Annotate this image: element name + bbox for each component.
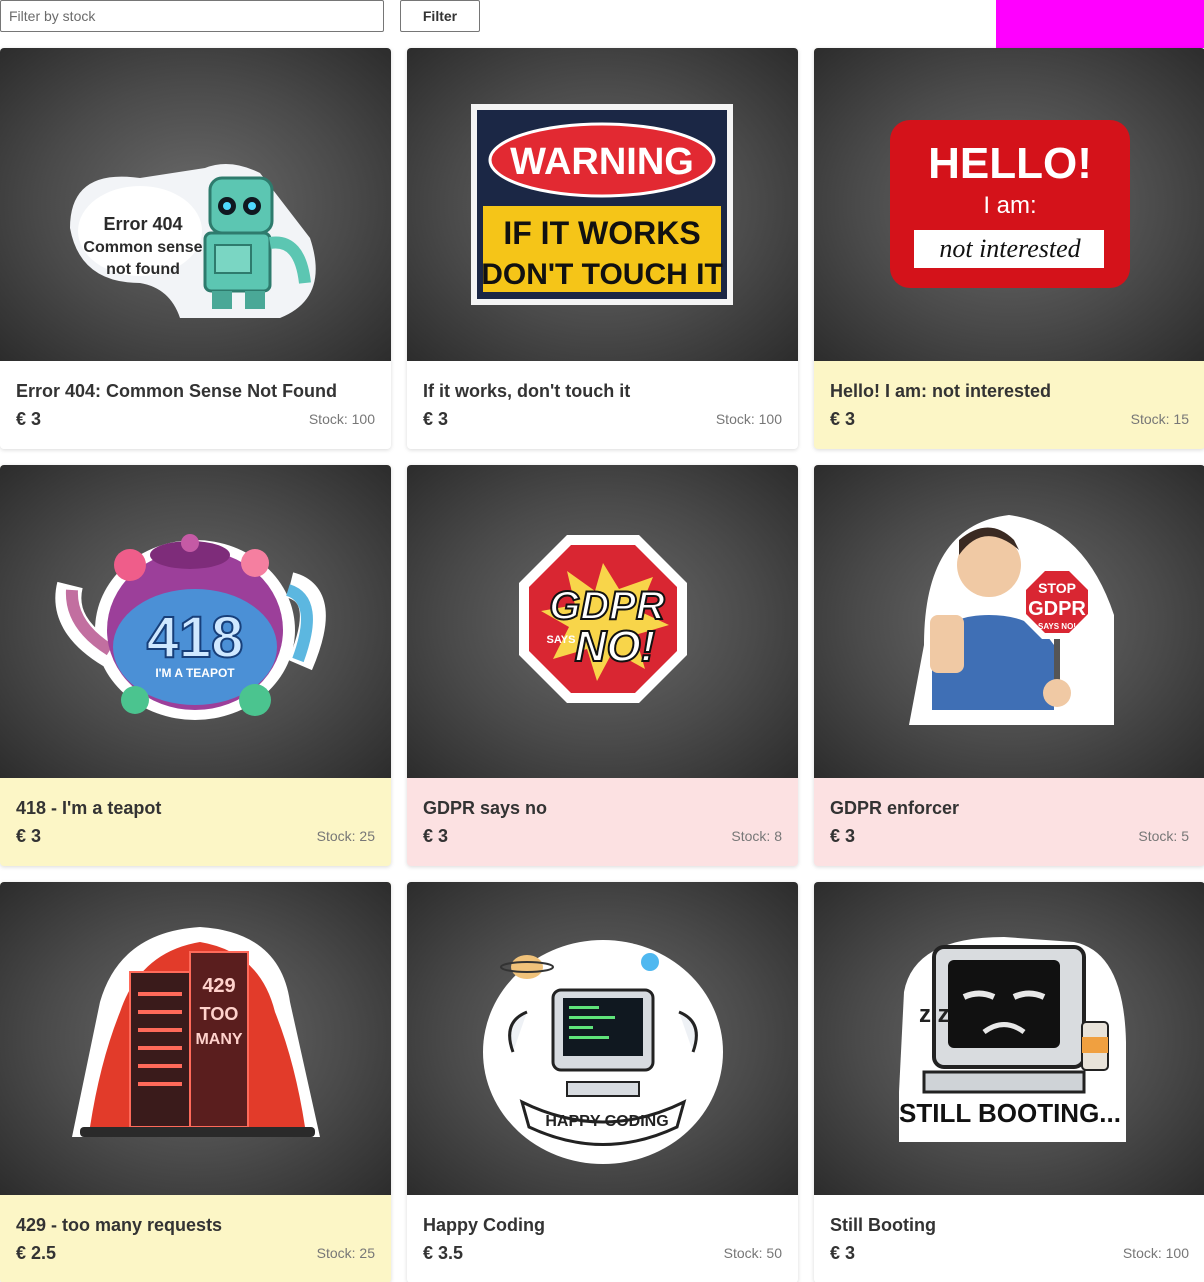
product-image: 418 I'M A TEAPOT: [0, 465, 391, 778]
product-grid: Error 404 Common sense not found Error 4…: [0, 48, 1204, 1282]
svg-text:TOO: TOO: [200, 1004, 239, 1024]
product-title: Still Booting: [830, 1215, 936, 1235]
product-info: Still Booting € 3 Stock: 100: [814, 1195, 1204, 1282]
product-info: GDPR enforcer € 3 Stock: 5: [814, 778, 1204, 866]
product-image: HAPPY CODING: [407, 882, 798, 1195]
product-price: € 3: [830, 1243, 856, 1263]
product-stock: Stock: 5: [1138, 828, 1189, 844]
svg-text:IF IT WORKS: IF IT WORKS: [503, 215, 700, 251]
product-info: Happy Coding € 3.5 Stock: 50: [407, 1195, 798, 1282]
magenta-block: [996, 0, 1204, 48]
svg-text:429: 429: [202, 975, 235, 997]
svg-text:HAPPY CODING: HAPPY CODING: [545, 1113, 668, 1130]
warning-sign-art: WARNING IF IT WORKS DON'T TOUCH IT: [471, 104, 733, 305]
svg-text:I am:: I am:: [983, 192, 1036, 219]
product-price: € 3.5: [423, 1243, 464, 1263]
product-stock: Stock: 100: [308, 411, 375, 427]
svg-text:WARNING: WARNING: [510, 141, 694, 183]
product-title: 429 - too many requests: [16, 1215, 223, 1235]
svg-text:STOP: STOP: [1038, 580, 1076, 596]
product-title: Error 404: Common Sense Not Found: [16, 381, 338, 401]
stock-filter-input[interactable]: [0, 0, 384, 32]
product-info: 429 - too many requests € 2.5 Stock: 25: [0, 1195, 391, 1282]
svg-text:STILL BOOTING...: STILL BOOTING...: [899, 1098, 1121, 1128]
svg-text:not found: not found: [106, 261, 180, 278]
product-card[interactable]: 418 I'M A TEAPOT 418 - I'm a teapot € 3 …: [0, 465, 391, 866]
product-stock: Stock: 25: [316, 828, 375, 844]
product-stock: Stock: 100: [715, 411, 782, 427]
svg-text:NO!: NO!: [575, 622, 656, 671]
product-title: Happy Coding: [423, 1215, 545, 1235]
product-card[interactable]: HAPPY CODING Happy Coding € 3.5 Stock: 5…: [407, 882, 798, 1282]
product-title: If it works, don't touch it: [423, 381, 631, 401]
product-price: € 3: [16, 409, 42, 429]
product-info: GDPR says no € 3 Stock: 8: [407, 778, 798, 866]
product-image: STOP GDPR SAYS NO!: [814, 465, 1204, 778]
product-image: Error 404 Common sense not found: [0, 48, 391, 361]
product-card[interactable]: GDPR SAYS NO! GDPR says no € 3 Stock: 8: [407, 465, 798, 866]
product-title: GDPR enforcer: [830, 798, 960, 818]
svg-text:I'M A TEAPOT: I'M A TEAPOT: [155, 666, 235, 680]
product-info: Error 404: Common Sense Not Found € 3 St…: [0, 361, 391, 449]
teapot-sticker-art: 418 I'M A TEAPOT: [55, 534, 326, 720]
svg-text:SAYS NO!: SAYS NO!: [1038, 622, 1076, 631]
gdpr-enforcer-art: STOP GDPR SAYS NO!: [909, 515, 1114, 725]
product-price: € 3: [423, 826, 449, 846]
svg-text:z z: z z: [919, 1001, 950, 1028]
product-image: HELLO! I am: not interested: [814, 48, 1204, 361]
product-stock: Stock: 50: [723, 1245, 782, 1261]
product-card[interactable]: STOP GDPR SAYS NO! GDPR enforcer € 3 Sto…: [814, 465, 1204, 866]
product-card[interactable]: 429 TOO MANY 429 - too many requests € 2…: [0, 882, 391, 1282]
product-stock: Stock: 25: [316, 1245, 375, 1261]
product-stock: Stock: 15: [1130, 411, 1189, 427]
product-info: 418 - I'm a teapot € 3 Stock: 25: [0, 778, 391, 866]
product-info: If it works, don't touch it € 3 Stock: 1…: [407, 361, 798, 449]
still-booting-art: z z STILL BOOTING...: [899, 937, 1126, 1142]
svg-text:SAYS: SAYS: [547, 634, 576, 646]
svg-text:DON'T TOUCH IT: DON'T TOUCH IT: [481, 258, 723, 291]
filter-button[interactable]: Filter: [400, 0, 480, 32]
product-price: € 3: [16, 826, 42, 846]
robot-sticker-art: Error 404 Common sense not found: [70, 164, 316, 318]
product-price: € 3: [423, 409, 449, 429]
product-info: Hello! I am: not interested € 3 Stock: 1…: [814, 361, 1204, 449]
product-card[interactable]: WARNING IF IT WORKS DON'T TOUCH IT If it…: [407, 48, 798, 449]
product-price: € 2.5: [16, 1243, 57, 1263]
product-image: WARNING IF IT WORKS DON'T TOUCH IT: [407, 48, 798, 361]
product-image: z z STILL BOOTING...: [814, 882, 1204, 1195]
product-price: € 3: [830, 409, 856, 429]
hello-nametag-art: HELLO! I am: not interested: [890, 120, 1130, 288]
product-title: Hello! I am: not interested: [830, 381, 1052, 401]
product-card[interactable]: z z STILL BOOTING... Still Booting € 3 S…: [814, 882, 1204, 1282]
product-title: 418 - I'm a teapot: [16, 798, 162, 818]
svg-text:MANY: MANY: [195, 1031, 242, 1048]
product-stock: Stock: 100: [1122, 1245, 1189, 1261]
gdpr-stop-sign-art: GDPR SAYS NO!: [519, 535, 687, 703]
product-image: 429 TOO MANY: [0, 882, 391, 1195]
svg-text:not interested: not interested: [939, 234, 1081, 263]
product-card[interactable]: HELLO! I am: not interested Hello! I am:…: [814, 48, 1204, 449]
svg-text:Error 404: Error 404: [103, 214, 182, 234]
product-image: GDPR SAYS NO!: [407, 465, 798, 778]
product-title: GDPR says no: [423, 798, 548, 818]
happy-coding-art: HAPPY CODING: [483, 940, 723, 1164]
filter-bar: Filter: [0, 0, 1204, 48]
server-fire-art: 429 TOO MANY: [72, 927, 320, 1137]
svg-text:HELLO!: HELLO!: [928, 139, 1092, 188]
product-stock: Stock: 8: [731, 828, 782, 844]
product-price: € 3: [830, 826, 856, 846]
product-card[interactable]: Error 404 Common sense not found Error 4…: [0, 48, 391, 449]
svg-text:Common sense: Common sense: [83, 239, 202, 256]
svg-text:418: 418: [147, 605, 244, 670]
svg-text:GDPR: GDPR: [1028, 598, 1086, 620]
